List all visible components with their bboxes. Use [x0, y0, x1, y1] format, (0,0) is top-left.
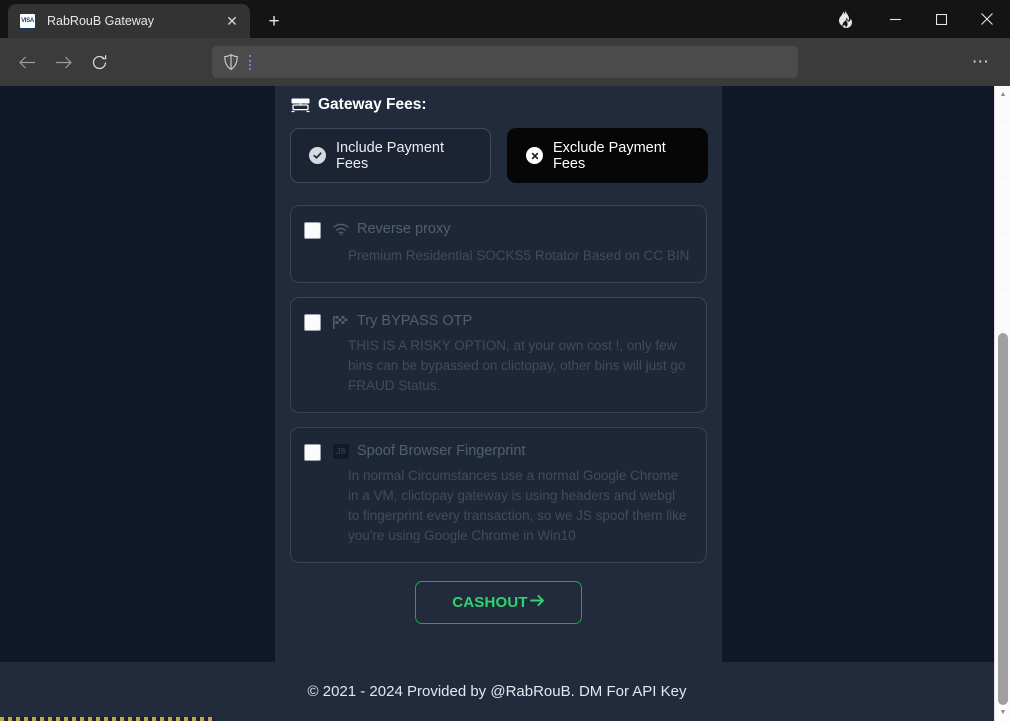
reverse-proxy-checkbox[interactable] [304, 222, 321, 239]
scroll-down-icon[interactable]: ▼ [995, 704, 1010, 721]
scroll-up-icon[interactable]: ▲ [995, 86, 1010, 103]
tab-title: RabRouB Gateway [47, 14, 155, 28]
page-footer: © 2021 - 2024 Provided by @RabRouB. DM F… [0, 662, 994, 721]
page-content: Gateway Fees: Include Payment Fees Exclu… [0, 86, 994, 721]
close-icon[interactable]: ✕ [222, 11, 242, 31]
bypass-otp-label: Try BYPASS OTP [357, 313, 473, 329]
footer-text: © 2021 - 2024 Provided by @RabRouB. DM F… [307, 683, 687, 700]
cashout-button[interactable]: CASHOUT [415, 581, 582, 624]
option-bypass-otp[interactable]: Try BYPASS OTP THIS IS A RISKY OPTION, a… [290, 297, 707, 413]
maximize-button[interactable] [918, 0, 964, 38]
tab-strip: VISA RabRouB Gateway ✕ + [0, 0, 1010, 38]
flame-icon[interactable] [818, 0, 872, 38]
scrollbar-thumb[interactable] [998, 333, 1008, 705]
close-window-button[interactable] [964, 0, 1010, 38]
gateway-fees-title: Gateway Fees: [291, 96, 722, 114]
spoof-fingerprint-label-row: JS Spoof Browser Fingerprint [333, 442, 525, 461]
spoof-fingerprint-description: In normal Circumstances use a normal Goo… [348, 468, 687, 543]
forward-icon[interactable] [46, 45, 80, 79]
gateway-fees-title-text: Gateway Fees: [318, 96, 427, 113]
back-icon[interactable] [10, 45, 44, 79]
page-viewport: Gateway Fees: Include Payment Fees Exclu… [0, 86, 1010, 721]
fee-mode-toggle-group: Include Payment Fees Exclude Payment Fee… [290, 128, 722, 183]
new-tab-button[interactable]: + [260, 7, 288, 35]
include-payment-fees-label: Include Payment Fees [336, 139, 445, 172]
bypass-otp-label-row: Try BYPASS OTP [333, 312, 472, 331]
browser-menu-button[interactable]: ⋯ [966, 47, 996, 77]
reverse-proxy-description: Premium Residential SOCKS5 Rotator Based… [348, 248, 690, 263]
bypass-otp-description: THIS IS A RISKY OPTION, at your own cost… [348, 338, 686, 393]
option-reverse-proxy[interactable]: Reverse proxy Premium Residential SOCKS5… [290, 205, 707, 283]
address-bar[interactable] [212, 46, 798, 78]
window-controls [818, 0, 1010, 38]
scrollbar-track-marks [1002, 106, 1004, 331]
spoof-fingerprint-label: Spoof Browser Fingerprint [357, 443, 526, 459]
include-payment-fees-button[interactable]: Include Payment Fees [290, 128, 491, 183]
x-circle-icon [526, 147, 543, 164]
reverse-proxy-label-row: Reverse proxy [333, 220, 450, 239]
minimize-button[interactable] [872, 0, 918, 38]
check-circle-icon [309, 147, 326, 164]
shield-icon[interactable] [222, 53, 240, 71]
checkered-flag-icon [333, 315, 349, 329]
visa-favicon: VISA [19, 13, 36, 29]
wifi-icon [333, 223, 349, 237]
status-strip [0, 717, 215, 721]
spoof-fingerprint-checkbox[interactable] [304, 444, 321, 461]
gateway-card: Gateway Fees: Include Payment Fees Exclu… [275, 86, 722, 717]
money-bill-icon [291, 98, 310, 113]
option-spoof-fingerprint[interactable]: JS Spoof Browser Fingerprint In normal C… [290, 427, 707, 563]
cashout-row: CASHOUT [275, 581, 722, 624]
browser-window: VISA RabRouB Gateway ✕ + ⋯ Gateway Fees:… [0, 0, 1010, 721]
arrow-right-icon [529, 594, 545, 611]
exclude-payment-fees-button[interactable]: Exclude Payment Fees [507, 128, 708, 183]
page-scrollbar[interactable]: ▲ ▼ [994, 86, 1010, 721]
navigation-bar: ⋯ [0, 38, 1010, 86]
reload-icon[interactable] [82, 45, 116, 79]
bypass-otp-checkbox[interactable] [304, 314, 321, 331]
cashout-button-label: CASHOUT [452, 594, 528, 611]
js-badge-icon: JS [333, 444, 349, 459]
browser-tab[interactable]: VISA RabRouB Gateway ✕ [8, 4, 250, 38]
text-cursor [249, 54, 251, 70]
reverse-proxy-label: Reverse proxy [357, 221, 451, 237]
exclude-payment-fees-label: Exclude Payment Fees [553, 139, 666, 172]
